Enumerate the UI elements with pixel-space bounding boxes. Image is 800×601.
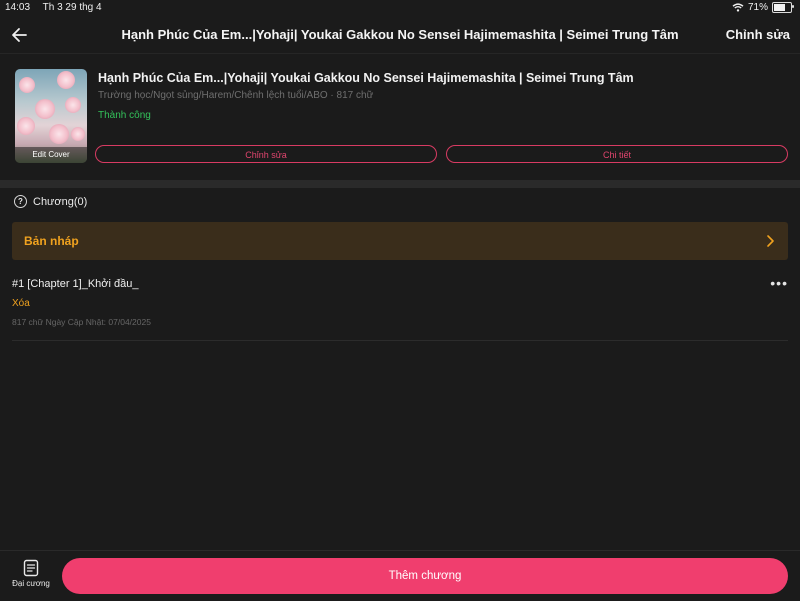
outline-label: Đại cương xyxy=(12,579,50,588)
page-title: Hạnh Phúc Của Em...|Yohaji| Youkai Gakko… xyxy=(121,27,679,42)
back-arrow-icon[interactable] xyxy=(10,25,30,45)
book-cover[interactable]: Edit Cover xyxy=(15,69,87,163)
book-status: Thành công xyxy=(98,110,151,121)
status-time: 14:03 xyxy=(5,2,31,13)
status-bar: 14:03 Th 3 29 thg 4 71% xyxy=(0,0,800,16)
edit-cover-label[interactable]: Edit Cover xyxy=(15,147,87,163)
cover-flower xyxy=(71,127,85,141)
draft-label: Bản nháp xyxy=(24,234,79,248)
battery-icon xyxy=(772,2,794,13)
chevron-right-icon xyxy=(767,235,774,247)
book-title: Hạnh Phúc Của Em...|Yohaji| Youkai Gakko… xyxy=(98,71,634,85)
battery-fill xyxy=(774,4,786,11)
outline-tab[interactable]: Đại cương xyxy=(8,559,54,595)
status-right: 71% xyxy=(732,2,794,13)
book-meta: Trường học/Ngọt sủng/Harem/Chênh lệch tu… xyxy=(98,90,374,101)
more-options-icon[interactable]: ••• xyxy=(770,276,788,290)
section-divider xyxy=(0,180,800,188)
book-info: Edit Cover Hạnh Phúc Của Em...|Yohaji| Y… xyxy=(0,55,800,179)
chapter-title: #1 [Chapter 1]_Khởi đầu_ xyxy=(12,278,139,290)
chapters-count: Chương(0) xyxy=(33,195,88,208)
add-chapter-button[interactable]: Thêm chương xyxy=(62,558,788,594)
status-left: 14:03 Th 3 29 thg 4 xyxy=(5,2,112,13)
bottom-bar: Đại cương Thêm chương xyxy=(0,550,800,601)
cover-flower xyxy=(49,124,69,144)
chapters-header: ? Chương(0) xyxy=(14,195,87,208)
cover-flower xyxy=(57,71,75,89)
top-nav: Hạnh Phúc Của Em...|Yohaji| Youkai Gakko… xyxy=(0,17,800,54)
outline-document-icon xyxy=(23,559,39,577)
draft-row[interactable]: Bản nháp xyxy=(12,222,788,260)
delete-chapter-button[interactable]: Xóa xyxy=(12,298,30,309)
wifi-icon xyxy=(732,3,744,12)
battery-percent: 71% xyxy=(747,2,768,13)
cover-flower xyxy=(17,117,35,135)
detail-button[interactable]: Chi tiết xyxy=(446,145,788,163)
help-icon[interactable]: ? xyxy=(14,195,27,208)
chapter-item[interactable]: #1 [Chapter 1]_Khởi đầu_ ••• Xóa 817 chữ… xyxy=(12,266,788,341)
header-edit-button[interactable]: Chỉnh sửa xyxy=(726,27,790,42)
status-date: Th 3 29 thg 4 xyxy=(42,2,102,13)
edit-book-button[interactable]: Chỉnh sửa xyxy=(95,145,437,163)
chapter-info: 817 chữ Ngày Cập Nhật: 07/04/2025 xyxy=(12,317,151,327)
cover-flower xyxy=(35,99,55,119)
cover-flower xyxy=(19,77,35,93)
cover-flower xyxy=(65,97,81,113)
